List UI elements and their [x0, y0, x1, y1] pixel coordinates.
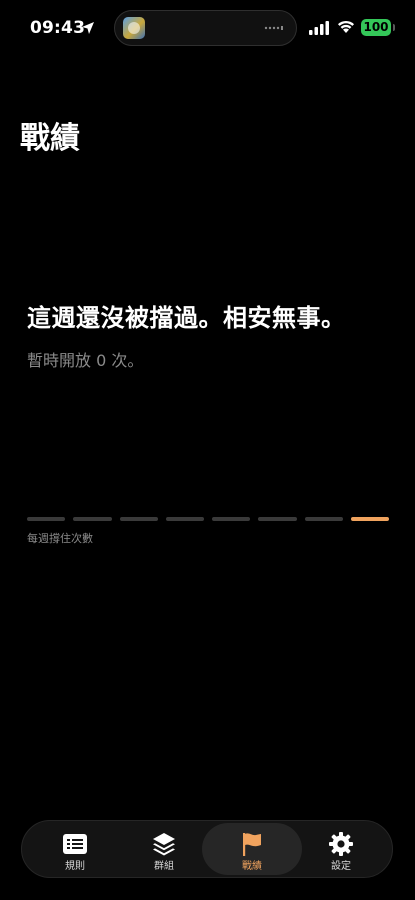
status-headline: 這週還沒被擋過。相安無事。 [27, 304, 346, 332]
gear-icon [329, 832, 353, 856]
location-arrow-icon [82, 22, 94, 34]
week-bar [304, 517, 343, 521]
flag-icon [243, 833, 261, 856]
app-thumbnail-icon [123, 17, 145, 39]
battery-tip [393, 24, 395, 31]
week-bar [27, 517, 66, 521]
tab-label: 規則 [65, 861, 85, 872]
week-bar [165, 517, 204, 521]
week-bar [119, 517, 158, 521]
list-icon [63, 834, 87, 854]
week-bar [258, 517, 297, 521]
tab-label: 戰績 [242, 861, 262, 872]
dynamic-island[interactable] [114, 10, 297, 46]
week-bar [73, 517, 112, 521]
tab-bar: 規則 群組 戰績 設定 [21, 820, 393, 878]
tab-label: 設定 [331, 861, 351, 872]
cellular-signal-icon [309, 21, 329, 35]
status-bar: 09:43 100 [0, 0, 415, 60]
page-title: 戰績 [20, 121, 80, 156]
layers-icon [153, 833, 175, 856]
weekly-progress-bars [27, 517, 389, 521]
tab-label: 群組 [154, 861, 174, 872]
activity-dots-icon [264, 26, 283, 30]
weekly-chart-caption: 每週撐住次數 [27, 532, 93, 545]
tab-groups[interactable]: 群組 [119, 821, 209, 877]
battery-indicator: 100 [361, 19, 391, 36]
status-time: 09:43 [30, 18, 86, 38]
wifi-icon [338, 20, 354, 33]
tab-rules[interactable]: 規則 [30, 821, 120, 877]
tab-record[interactable]: 戰績 [202, 823, 302, 875]
unlock-count-text: 暫時開放 0 次。 [27, 351, 144, 370]
week-bar-current [350, 517, 389, 521]
week-bar [212, 517, 251, 521]
tab-settings[interactable]: 設定 [296, 821, 386, 877]
